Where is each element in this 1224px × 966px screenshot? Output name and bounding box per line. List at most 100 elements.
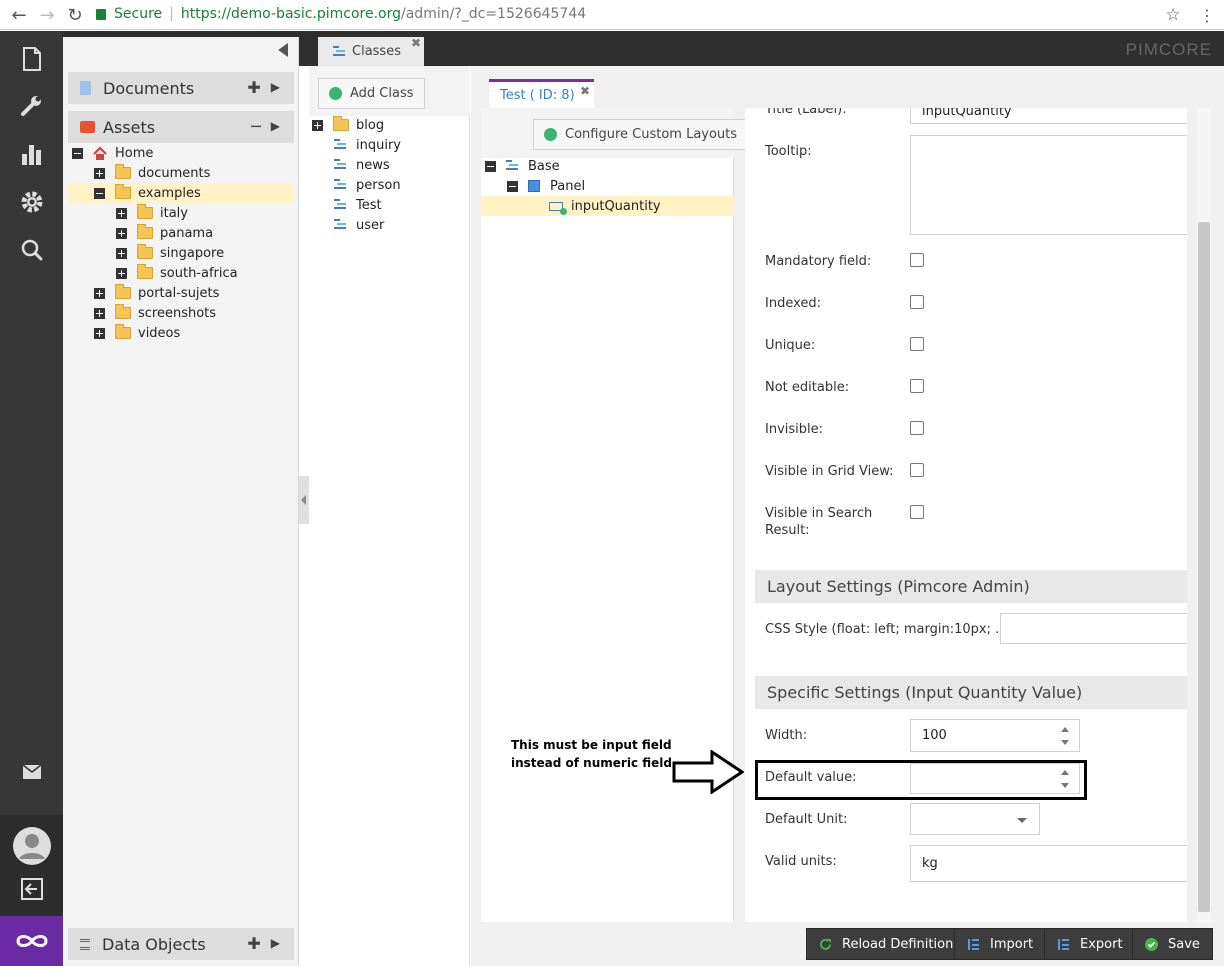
class-item-person[interactable]: person <box>310 175 468 195</box>
add-icon[interactable]: ✚ <box>247 934 260 953</box>
visible-grid-view-label: Visible in Grid View: <box>765 464 894 479</box>
class-icon <box>334 179 346 191</box>
default-unit-select[interactable] <box>910 803 1040 835</box>
tree-node-home[interactable]: Home <box>68 143 294 163</box>
width-number-input[interactable]: 100 <box>910 719 1080 752</box>
expand-toggle[interactable] <box>116 207 127 219</box>
css-style-input[interactable] <box>1000 613 1187 644</box>
assets-accordion[interactable]: Assets ─ ▶ <box>68 111 294 143</box>
expand-toggle[interactable] <box>312 119 323 131</box>
collapse-toggle[interactable] <box>72 147 83 159</box>
wrench-icon[interactable] <box>0 84 63 128</box>
class-item-user[interactable]: user <box>310 215 468 235</box>
spin-up-icon[interactable] <box>1061 727 1069 732</box>
tab-test-class[interactable]: Test ( ID: 8) ✖ <box>489 79 594 108</box>
tree-node-south-africa[interactable]: south-africa <box>68 263 294 283</box>
tree-node-panama[interactable]: panama <box>68 223 294 243</box>
bar-chart-icon[interactable] <box>0 132 63 176</box>
close-icon[interactable]: ✖ <box>580 84 590 98</box>
file-icon[interactable] <box>0 37 63 81</box>
chevron-right-icon[interactable]: ▶ <box>271 80 280 97</box>
class-item-blog[interactable]: blog <box>310 115 468 135</box>
visible-grid-view-checkbox[interactable] <box>910 463 924 477</box>
layout-node-label: Base <box>528 158 560 174</box>
scrollbar-thumb[interactable] <box>1198 222 1210 912</box>
tree-node-examples[interactable]: examples <box>68 183 294 203</box>
invisible-checkbox[interactable] <box>910 421 924 435</box>
expand-toggle[interactable] <box>116 267 127 279</box>
tree-node-singapore[interactable]: singapore <box>68 243 294 263</box>
browser-menu-icon[interactable]: ⋮ <box>1196 4 1218 26</box>
reload-definition-button[interactable]: Reload Definition <box>806 928 967 960</box>
valid-units-input[interactable]: kg <box>910 845 1187 882</box>
collapse-toggle[interactable] <box>485 160 496 172</box>
add-icon <box>329 87 342 100</box>
button-label: Export <box>1080 936 1123 952</box>
annotation-arrow-icon <box>672 750 744 794</box>
chevron-right-icon[interactable]: ▶ <box>271 936 280 953</box>
expand-toggle[interactable] <box>94 167 105 179</box>
address-bar[interactable]: Secure | https://demo-basic.pimcore.org /… <box>96 2 1190 26</box>
chevron-down-icon[interactable] <box>1017 818 1027 823</box>
gear-icon[interactable] <box>0 180 63 224</box>
back-icon[interactable]: ← <box>8 4 30 26</box>
chevron-right-icon[interactable]: ▶ <box>271 119 280 136</box>
close-icon[interactable]: ✖ <box>411 36 421 50</box>
logout-icon[interactable] <box>0 867 63 911</box>
export-button[interactable]: Export <box>1044 928 1136 960</box>
configure-custom-layouts-button[interactable]: Configure Custom Layouts <box>533 119 749 150</box>
search-icon[interactable] <box>0 228 63 272</box>
tree-node-portal-sujets[interactable]: portal-sujets <box>68 283 294 303</box>
tree-node-screenshots[interactable]: screenshots <box>68 303 294 323</box>
bookmark-star-icon[interactable]: ☆ <box>1162 4 1184 26</box>
class-icon <box>333 46 345 58</box>
add-class-button[interactable]: Add Class <box>318 78 425 109</box>
indexed-label: Indexed: <box>765 296 822 311</box>
import-button[interactable]: Import <box>954 928 1047 960</box>
tree-node-videos[interactable]: videos <box>68 323 294 343</box>
documents-accordion[interactable]: Documents ✚ ▶ <box>68 72 294 104</box>
data-objects-accordion[interactable]: Data Objects ✚ ▶ <box>68 928 294 960</box>
save-button[interactable]: Save <box>1132 928 1213 960</box>
data-objects-label: Data Objects <box>102 934 206 954</box>
spin-down-icon[interactable] <box>1061 740 1069 745</box>
mandatory-field-checkbox[interactable] <box>910 253 924 267</box>
avatar[interactable] <box>0 824 63 868</box>
layout-node-base[interactable]: Base <box>481 156 734 176</box>
tooltip-textarea[interactable] <box>910 135 1187 235</box>
expand-toggle[interactable] <box>116 227 127 239</box>
visible-search-checkbox[interactable] <box>910 505 924 519</box>
tree-node-documents[interactable]: documents <box>68 163 294 183</box>
add-icon <box>544 128 557 141</box>
collapse-toggle[interactable] <box>94 187 105 199</box>
expand-toggle[interactable] <box>94 327 105 339</box>
class-icon <box>334 139 346 151</box>
expand-toggle[interactable] <box>116 247 127 259</box>
layout-node-panel[interactable]: Panel <box>481 176 734 196</box>
class-item-inquiry[interactable]: inquiry <box>310 135 468 155</box>
layout-node-inputquantity[interactable]: inputQuantity <box>481 196 734 216</box>
url-host: https://demo-basic.pimcore.org <box>180 6 402 22</box>
expand-toggle[interactable] <box>94 287 105 299</box>
indexed-checkbox[interactable] <box>910 295 924 309</box>
add-icon[interactable]: ✚ <box>247 78 260 97</box>
panel-splitter[interactable] <box>299 476 309 524</box>
tree-node-label: Home <box>115 145 154 161</box>
mail-icon[interactable] <box>0 750 63 794</box>
class-item-test[interactable]: Test <box>310 195 468 215</box>
pimcore-infinity-logo[interactable] <box>0 916 63 966</box>
collapse-icon[interactable]: ─ <box>251 117 261 136</box>
class-list: blog inquiry news person Test user <box>310 115 468 235</box>
tree-node-italy[interactable]: italy <box>68 203 294 223</box>
tree-node-label: panama <box>160 225 214 241</box>
unique-checkbox[interactable] <box>910 337 924 351</box>
not-editable-checkbox[interactable] <box>910 379 924 393</box>
expand-toggle[interactable] <box>94 307 105 319</box>
class-item-news[interactable]: news <box>310 155 468 175</box>
collapse-panel-icon[interactable] <box>278 43 288 57</box>
tab-classes[interactable]: Classes ✖ <box>318 36 424 66</box>
tab-label: Classes <box>352 44 401 59</box>
collapse-toggle[interactable] <box>507 180 518 192</box>
reload-icon[interactable]: ↻ <box>64 4 86 26</box>
forward-icon[interactable]: → <box>36 4 58 26</box>
